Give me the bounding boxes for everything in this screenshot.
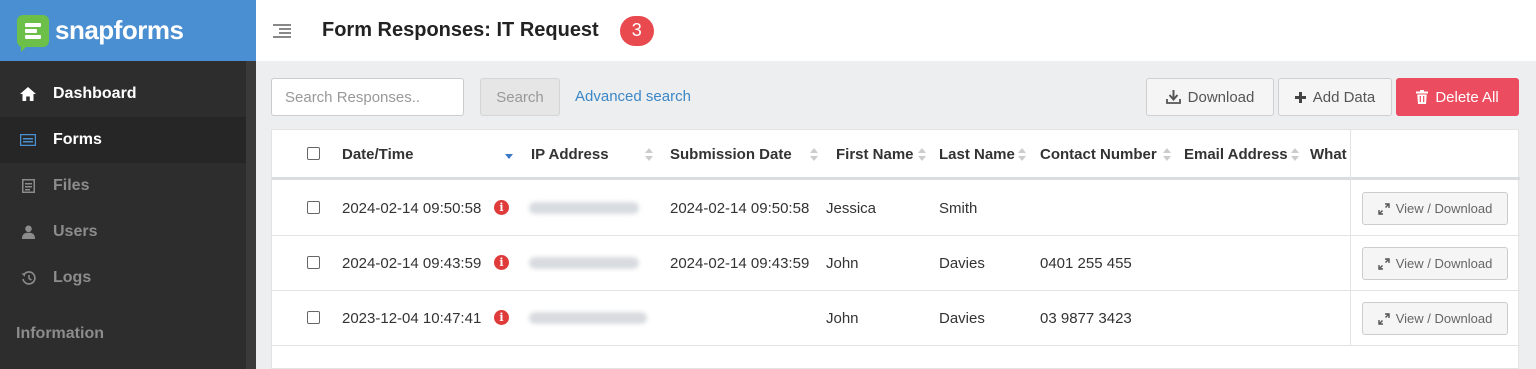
expand-icon xyxy=(1378,257,1390,270)
row-checkbox[interactable] xyxy=(307,201,320,214)
view-download-label: View / Download xyxy=(1395,256,1493,271)
sort-desc-icon[interactable] xyxy=(505,148,513,162)
download-label: Download xyxy=(1187,88,1255,106)
sidebar-item-forms[interactable]: Forms xyxy=(0,117,256,163)
sort-icon[interactable] xyxy=(645,148,653,162)
expand-icon xyxy=(1378,312,1390,325)
plus-icon xyxy=(1294,91,1306,103)
cell-contact-number: 03 9877 3423 xyxy=(1040,310,1132,327)
view-download-button[interactable]: View / Download xyxy=(1362,302,1508,335)
add-data-label: Add Data xyxy=(1312,88,1376,106)
table-row: 2023-12-04 10:47:41 i John Davies 03 987… xyxy=(272,291,1520,346)
column-header-submission-date[interactable]: Submission Date xyxy=(670,146,792,163)
cell-last-name: Davies xyxy=(939,255,985,272)
sidebar-section-information: Information xyxy=(16,325,104,342)
expand-icon xyxy=(1378,202,1390,215)
files-icon xyxy=(20,178,36,194)
ip-address-redacted xyxy=(529,202,639,214)
sidebar-item-label: Forms xyxy=(53,131,102,148)
table-header: Date/Time IP Address Submission Date Fir… xyxy=(272,130,1520,180)
responses-table: Date/Time IP Address Submission Date Fir… xyxy=(271,129,1520,369)
sidebar-item-users[interactable]: Users xyxy=(0,209,256,255)
column-header-what[interactable]: What xyxy=(1310,146,1347,163)
sort-icon[interactable] xyxy=(1163,148,1171,162)
page-header: Form Responses: IT Request 3 xyxy=(256,0,1536,61)
info-icon[interactable]: i xyxy=(494,255,509,270)
cell-datetime: 2024-02-14 09:43:59 xyxy=(342,255,482,272)
sidebar-edge xyxy=(246,61,256,369)
cell-first-name: Jessica xyxy=(826,200,877,217)
history-icon xyxy=(20,270,36,286)
collapse-sidebar-icon[interactable] xyxy=(273,23,291,38)
cell-contact-number: 0401 255 455 xyxy=(1040,255,1132,272)
user-icon xyxy=(20,224,36,240)
column-header-ip-address[interactable]: IP Address xyxy=(531,146,609,163)
sidebar-item-label: Dashboard xyxy=(53,85,137,102)
delete-all-button[interactable]: Delete All xyxy=(1396,78,1519,116)
ip-address-redacted xyxy=(529,312,647,324)
home-icon xyxy=(20,86,36,102)
forms-icon xyxy=(20,132,36,148)
cell-first-name: John xyxy=(826,255,859,272)
sidebar-item-logs[interactable]: Logs xyxy=(0,255,256,301)
row-checkbox[interactable] xyxy=(307,256,320,269)
column-header-email-address[interactable]: Email Address xyxy=(1184,146,1288,163)
cell-last-name: Davies xyxy=(939,310,985,327)
column-header-first-name[interactable]: First Name xyxy=(836,146,914,163)
sidebar: snapforms Dashboard Forms Files Users Lo… xyxy=(0,0,256,369)
view-download-button[interactable]: View / Download xyxy=(1362,247,1508,280)
brand-bar[interactable]: snapforms xyxy=(0,0,256,61)
cell-first-name: John xyxy=(826,310,859,327)
cell-datetime: 2023-12-04 10:47:41 xyxy=(342,310,482,327)
snapforms-logo-icon xyxy=(17,14,49,52)
cell-last-name: Smith xyxy=(939,200,978,217)
sidebar-item-files[interactable]: Files xyxy=(0,163,256,209)
trash-icon xyxy=(1416,90,1429,104)
info-icon[interactable]: i xyxy=(494,200,509,215)
sidebar-item-dashboard[interactable]: Dashboard xyxy=(0,71,256,117)
table-row: 2024-02-14 09:50:58 i 2024-02-14 09:50:5… xyxy=(272,181,1520,236)
sort-icon[interactable] xyxy=(810,148,818,162)
brand-name: snapforms xyxy=(55,15,184,45)
sidebar-item-label: Files xyxy=(53,177,90,194)
sort-icon[interactable] xyxy=(1291,148,1299,162)
ip-address-redacted xyxy=(529,257,639,269)
sort-icon[interactable] xyxy=(1018,148,1026,162)
view-download-label: View / Download xyxy=(1395,311,1493,326)
sidebar-nav: Dashboard Forms Files Users Logs xyxy=(0,61,256,301)
advanced-search-link[interactable]: Advanced search xyxy=(575,88,691,105)
toolbar: Search Advanced search Download Add Data… xyxy=(256,61,1536,129)
view-download-label: View / Download xyxy=(1395,201,1493,216)
column-header-contact-number[interactable]: Contact Number xyxy=(1040,146,1157,163)
column-header-last-name[interactable]: Last Name xyxy=(939,146,1015,163)
sort-icon[interactable] xyxy=(918,148,926,162)
table-row: 2024-02-14 09:43:59 i 2024-02-14 09:43:5… xyxy=(272,236,1520,291)
select-all-checkbox[interactable] xyxy=(307,147,320,160)
cell-datetime: 2024-02-14 09:50:58 xyxy=(342,200,482,217)
cell-submission-date: 2024-02-14 09:43:59 xyxy=(670,255,810,272)
response-count-badge: 3 xyxy=(619,15,654,46)
cell-submission-date: 2024-02-14 09:50:58 xyxy=(670,200,810,217)
sidebar-item-label: Logs xyxy=(53,269,92,286)
column-header-datetime[interactable]: Date/Time xyxy=(342,146,413,163)
download-button[interactable]: Download xyxy=(1146,78,1274,116)
download-icon xyxy=(1165,90,1181,104)
delete-all-label: Delete All xyxy=(1435,88,1499,106)
view-download-button[interactable]: View / Download xyxy=(1362,192,1508,225)
search-button[interactable]: Search xyxy=(480,78,560,116)
info-icon[interactable]: i xyxy=(494,310,509,325)
add-data-button[interactable]: Add Data xyxy=(1278,78,1392,116)
sidebar-item-label: Users xyxy=(53,223,98,240)
page-title: Form Responses: IT Request xyxy=(322,19,599,41)
row-checkbox[interactable] xyxy=(307,311,320,324)
search-input[interactable] xyxy=(271,78,464,116)
